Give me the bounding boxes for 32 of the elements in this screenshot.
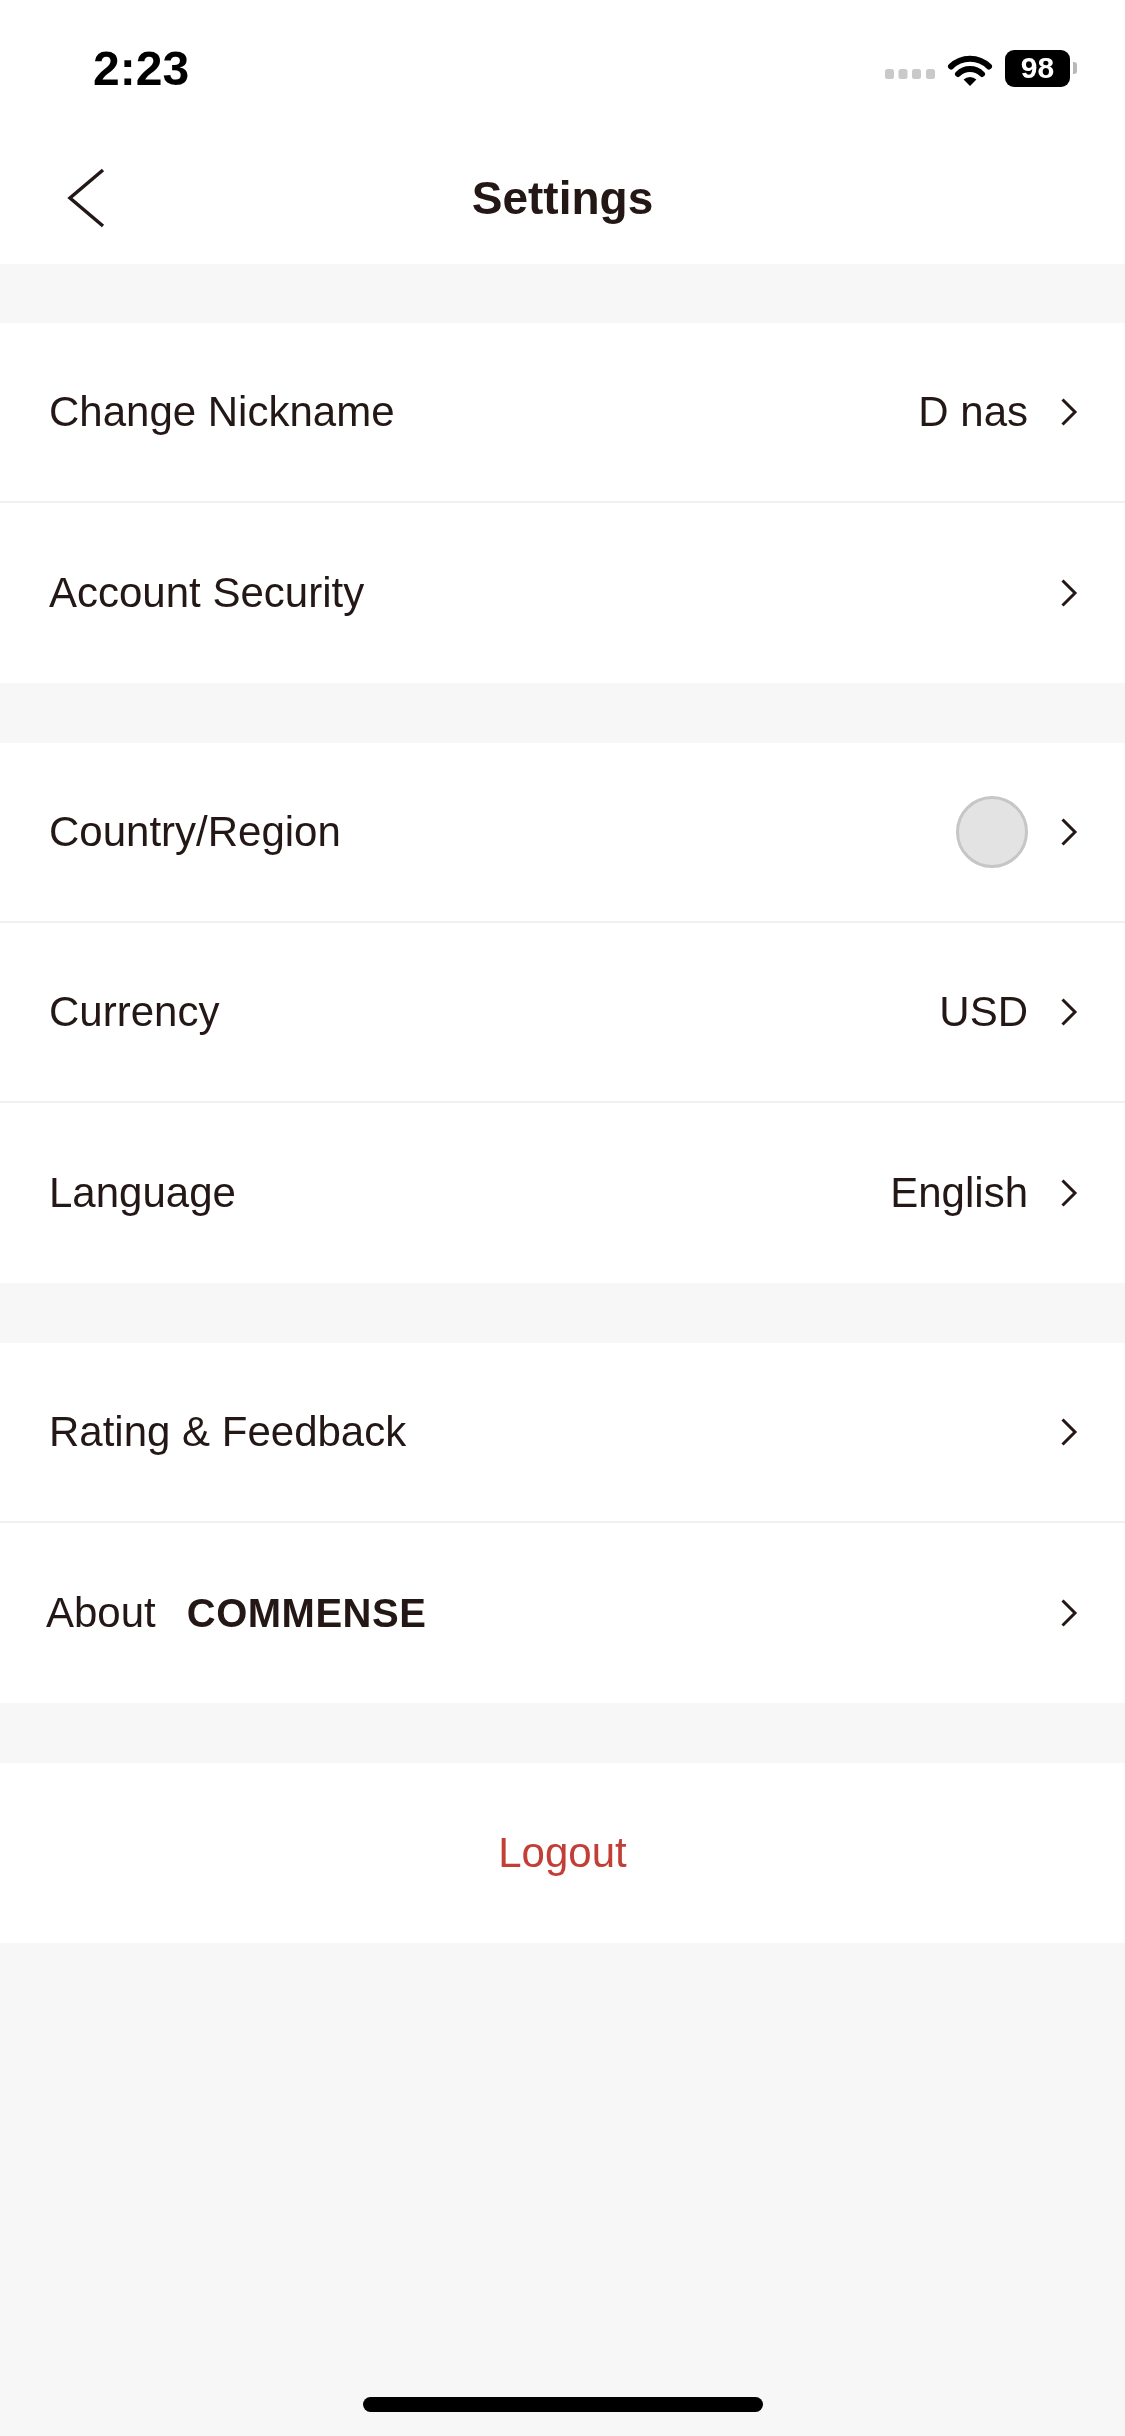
- row-label: Country/Region: [49, 808, 341, 856]
- cellular-signal-icon: [885, 69, 935, 79]
- chevron-right-icon: [1060, 997, 1078, 1027]
- chevron-right-icon: [1060, 578, 1078, 608]
- settings-row[interactable]: Country/Region: [0, 743, 1125, 923]
- row-label: Change Nickname: [49, 388, 395, 436]
- settings-row[interactable]: Change Nickname D nas: [0, 323, 1125, 503]
- row-label: Currency: [49, 988, 220, 1036]
- logout-button[interactable]: Logout: [0, 1763, 1125, 1943]
- row-value: English: [890, 1169, 1028, 1217]
- row-label: Account Security: [49, 569, 365, 617]
- row-label: Rating & Feedback: [49, 1408, 407, 1456]
- status-time: 2:23: [93, 40, 190, 96]
- chevron-right-icon: [1060, 1417, 1078, 1447]
- chevron-right-icon: [1060, 1178, 1078, 1208]
- page-title: Settings: [471, 171, 654, 225]
- flag-placeholder-icon: [956, 796, 1028, 868]
- settings-row[interactable]: Currency USD: [0, 923, 1125, 1103]
- settings-row[interactable]: Language English: [0, 1103, 1125, 1283]
- row-label: Language: [49, 1169, 236, 1217]
- brand-logo: COMMENSE: [186, 1590, 427, 1636]
- settings-row[interactable]: Account Security: [0, 503, 1125, 683]
- chevron-left-icon[interactable]: [66, 168, 106, 228]
- settings-row[interactable]: Rating & Feedback: [0, 1343, 1125, 1523]
- row-label: About: [46, 1589, 156, 1637]
- chevron-right-icon: [1060, 1598, 1078, 1628]
- chevron-right-icon: [1060, 397, 1078, 427]
- battery-indicator: 98: [1005, 49, 1077, 87]
- row-value: D nas: [918, 388, 1028, 436]
- chevron-right-icon: [1060, 817, 1078, 847]
- row-value: USD: [939, 988, 1028, 1036]
- settings-row[interactable]: About COMMENSE: [0, 1523, 1125, 1703]
